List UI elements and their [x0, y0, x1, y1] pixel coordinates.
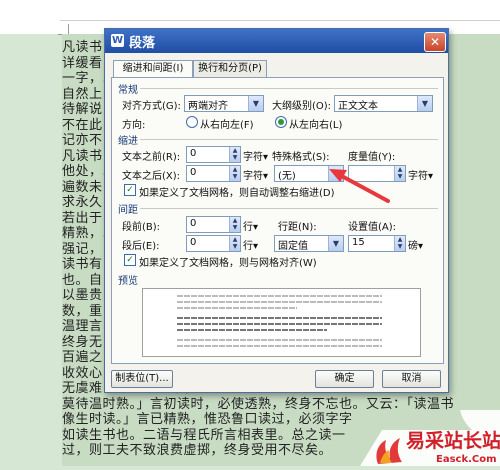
- setting-value-label: 设置值(A):: [348, 222, 397, 233]
- preview-line: [177, 339, 382, 341]
- measure-unit[interactable]: 字符▾: [408, 167, 433, 182]
- ltr-label: 从左向右(L): [289, 120, 343, 131]
- space-after-value: 0: [190, 237, 197, 248]
- section-general-heading: 常规: [118, 85, 138, 96]
- auto-adjust-label: 如果定义了文档网格，则自动调整右缩进(D): [139, 188, 335, 199]
- section-preview-heading: 预览: [118, 276, 138, 287]
- indent-after-label: 文本之后(X):: [122, 171, 181, 182]
- indent-before-spinner[interactable]: 0 ▲ ▼: [186, 146, 241, 163]
- wps-logo-icon: W: [111, 34, 124, 47]
- preview-line: [177, 295, 382, 297]
- special-format-select[interactable]: (无) ▼: [274, 165, 344, 182]
- divider: [140, 88, 438, 89]
- close-button[interactable]: ✕: [424, 32, 446, 52]
- outline-level-label: 大纲级别(O):: [272, 101, 332, 112]
- alignment-value: 两端对齐: [188, 101, 228, 112]
- indent-before-value: 0: [190, 148, 197, 159]
- watermark-brand-text: 易采站长站: [406, 429, 500, 452]
- dialog-title-bar[interactable]: W 段落 ✕: [105, 29, 448, 53]
- outline-level-value: 正文文本: [338, 101, 378, 112]
- spin-arrows-icon[interactable]: ▲ ▼: [229, 147, 240, 162]
- divider: [140, 208, 438, 209]
- indent-before-label: 文本之前(R):: [122, 152, 181, 163]
- preview-line: [177, 329, 327, 331]
- dialog-title: 段落: [129, 36, 156, 51]
- setting-value-spinner[interactable]: 15 ▲ ▼: [348, 235, 406, 252]
- space-before-spinner[interactable]: 0 ▲ ▼: [186, 216, 241, 233]
- watermark-domain-text: Easck.Com: [436, 454, 497, 465]
- rtl-radio[interactable]: [186, 116, 198, 128]
- setting-value-value: 15: [352, 237, 365, 248]
- indent-after-value: 0: [190, 167, 197, 178]
- rtl-label: 从右向左(F): [200, 120, 254, 131]
- spin-arrows-icon[interactable]: ▲ ▼: [229, 166, 240, 181]
- page-top-border: [60, 20, 500, 21]
- spin-arrows-icon[interactable]: ▲ ▼: [229, 217, 240, 232]
- measure-label: 度量值(Y):: [348, 152, 396, 163]
- space-before-value: 0: [190, 218, 197, 229]
- space-before-label: 段前(B):: [122, 222, 161, 233]
- alignment-label: 对齐方式(G):: [122, 101, 181, 112]
- indent-before-unit[interactable]: 字符▾: [243, 148, 268, 163]
- spin-arrows-icon[interactable]: ▲ ▼: [394, 236, 405, 251]
- divider: [140, 139, 438, 140]
- indent-after-unit[interactable]: 字符▾: [243, 167, 268, 182]
- section-spacing-heading: 间距: [118, 205, 138, 216]
- document-text-line: 过，则工夫不致浪费虚掷，终身受用不尽矣。: [62, 443, 333, 458]
- special-format-value: (无): [278, 171, 296, 182]
- space-after-spinner[interactable]: 0 ▲ ▼: [186, 235, 241, 252]
- cancel-button[interactable]: 取消: [382, 370, 441, 388]
- preview-line: [177, 317, 382, 319]
- line-spacing-value: 固定值: [278, 241, 308, 252]
- preview-line: [177, 301, 382, 303]
- measure-spinner[interactable]: ▲ ▼: [348, 165, 406, 182]
- auto-adjust-checkbox[interactable]: ✓: [124, 184, 136, 196]
- chevron-down-icon: ▼: [328, 166, 343, 181]
- spin-arrows-icon[interactable]: ▲ ▼: [229, 236, 240, 251]
- direction-label: 方向:: [122, 120, 146, 131]
- tab-stops-button[interactable]: 制表位(T)...: [111, 370, 173, 388]
- space-after-label: 段后(E):: [122, 241, 160, 252]
- special-format-label: 特殊格式(S):: [272, 152, 330, 163]
- setting-value-unit[interactable]: 磅▾: [408, 237, 423, 252]
- paragraph-dialog: W 段落 ✕ 缩进和间距(I) 换行和分页(P) 常规 对齐方式(G): 两端对…: [104, 28, 449, 393]
- outline-level-select[interactable]: 正文文本 ▼: [334, 95, 433, 112]
- line-spacing-select[interactable]: 固定值 ▼: [274, 235, 344, 252]
- spin-arrows-icon[interactable]: ▲ ▼: [394, 166, 405, 181]
- tab-indent-spacing[interactable]: 缩进和间距(I): [113, 60, 193, 78]
- preview-line: [177, 307, 297, 309]
- chevron-down-icon: ▼: [248, 96, 263, 111]
- tab-line-page-breaks[interactable]: 换行和分页(P): [193, 60, 267, 77]
- ok-button[interactable]: 确定: [315, 370, 374, 388]
- preview-line: [177, 323, 382, 325]
- space-after-unit[interactable]: 行▾: [243, 237, 258, 252]
- chevron-down-icon: ▼: [328, 236, 343, 251]
- site-watermark: 易采站长站 Easck.Com: [360, 410, 500, 466]
- chevron-down-icon: ▼: [417, 96, 432, 111]
- preview-line: [177, 345, 382, 347]
- space-before-unit[interactable]: 行▾: [243, 218, 258, 233]
- section-indent-heading: 缩进: [118, 136, 138, 147]
- alignment-select[interactable]: 两端对齐 ▼: [184, 95, 264, 112]
- paragraph-preview: [142, 288, 421, 357]
- line-spacing-label: 行距(N):: [278, 222, 317, 233]
- ltr-radio[interactable]: [275, 116, 287, 128]
- snap-grid-label: 如果定义了文档网格，则与网格对齐(W): [139, 258, 317, 269]
- indent-after-spinner[interactable]: 0 ▲ ▼: [186, 165, 241, 182]
- snap-grid-checkbox[interactable]: ✓: [124, 254, 136, 266]
